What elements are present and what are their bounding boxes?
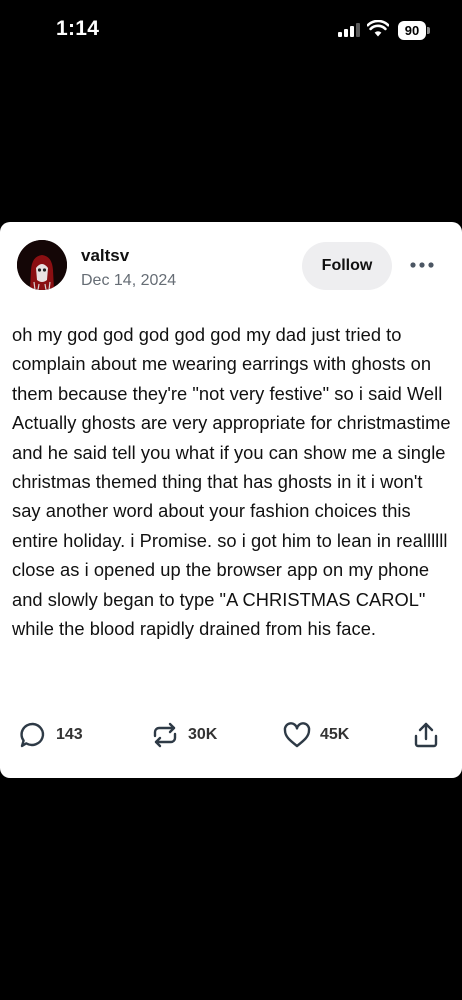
post-body: oh my god god god god god my dad just tr… — [12, 324, 451, 640]
status-bar: 1:14 90 — [0, 0, 462, 62]
wifi-icon — [367, 20, 389, 37]
share-icon — [414, 722, 438, 748]
reblog-button[interactable]: 30K — [150, 720, 217, 750]
reblog-count: 30K — [188, 726, 218, 743]
comment-icon — [20, 722, 45, 748]
like-count: 45K — [320, 726, 350, 743]
reply-button[interactable]: 143 — [18, 720, 83, 750]
post-card: valtsv Dec 14, 2024 Follow oh my god god… — [0, 222, 462, 778]
status-time: 1:14 — [56, 17, 100, 40]
reply-count: 143 — [56, 726, 83, 743]
share-button[interactable] — [411, 720, 441, 750]
follow-button[interactable]: Follow — [302, 242, 392, 290]
like-button[interactable]: 45K — [282, 720, 349, 750]
battery-cap — [427, 27, 430, 34]
reblog-icon — [153, 722, 177, 748]
more-icon[interactable] — [408, 255, 436, 275]
avatar[interactable] — [17, 240, 67, 290]
heart-icon — [283, 722, 311, 748]
post-date: Dec 14, 2024 — [81, 272, 177, 289]
username[interactable]: valtsv — [81, 246, 129, 266]
signal-icon — [338, 23, 360, 37]
battery-icon: 90 — [398, 21, 426, 40]
avatar-image — [17, 240, 67, 290]
